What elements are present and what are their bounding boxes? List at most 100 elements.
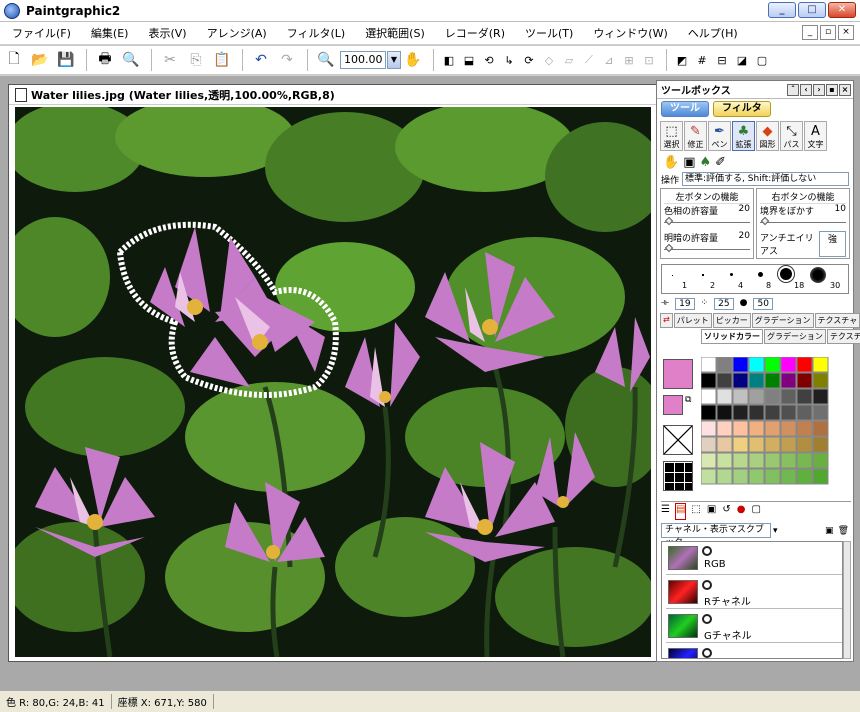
ruler-icon[interactable]: ⊟ <box>713 48 731 72</box>
channel-blue[interactable] <box>666 644 842 658</box>
trash-icon[interactable]: 🗑 <box>838 526 849 536</box>
palette-swatch[interactable] <box>812 372 829 389</box>
history-tab-icon[interactable]: ↺ <box>722 504 730 519</box>
channels-list[interactable]: RGB Rチャネル Gチャネル <box>661 541 843 659</box>
palette-swatch[interactable] <box>732 357 749 373</box>
operation-select[interactable]: 標準:評価する, Shift:評価しない <box>682 172 849 186</box>
palette-swatch[interactable] <box>764 468 781 485</box>
palette-swatch[interactable] <box>732 468 749 485</box>
save-icon[interactable]: 💾 <box>54 48 78 72</box>
palette-swatch[interactable] <box>764 388 781 405</box>
crop-icon[interactable]: ⊡ <box>640 48 658 72</box>
palette-swatch[interactable] <box>748 357 765 373</box>
channels-scrollbar[interactable] <box>843 541 851 659</box>
zoom-dropdown-icon[interactable]: ▼ <box>387 51 401 69</box>
palette-swatch[interactable] <box>716 436 733 453</box>
palette-swatch[interactable] <box>796 452 813 469</box>
image-window-header[interactable]: Water lilies.jpg (Water lilies,透明,100.00… <box>9 85 657 105</box>
palette-swatch[interactable] <box>748 404 765 421</box>
palette-swatch[interactable] <box>701 357 717 373</box>
toolbox-panel[interactable]: ツールボックス ˆ ‹ › ▪ × ツール フィルタ ⬚ 選択 ✎ 修正 ✒ ペン ♣… <box>656 80 860 662</box>
mdi-minimize-button[interactable]: _ <box>802 25 818 40</box>
tab-tools[interactable]: ツール <box>661 101 709 117</box>
menu-recorder[interactable]: レコーダ(R) <box>445 25 505 41</box>
palette-swatch[interactable] <box>716 404 733 421</box>
close-button[interactable]: ✕ <box>828 2 856 18</box>
line-icon[interactable]: ◩ <box>673 48 691 72</box>
open-folder-icon[interactable]: 📂 <box>28 48 52 72</box>
redo-icon[interactable]: ↷ <box>275 48 299 72</box>
hand-icon[interactable]: ✋ <box>401 48 425 72</box>
tree-icon[interactable]: ♠ <box>699 155 711 170</box>
palette-swatch[interactable] <box>701 404 717 421</box>
palette-swatch[interactable] <box>748 372 765 389</box>
brightness-tolerance-value[interactable]: 20 <box>739 231 750 244</box>
palette-swatch[interactable] <box>812 420 829 437</box>
perspective-icon[interactable]: ⊿ <box>600 48 618 72</box>
tab-gradation[interactable]: グラデーション <box>751 313 814 328</box>
brush-4-dot[interactable] <box>730 273 733 276</box>
collapse-icon[interactable]: ˆ <box>787 83 799 96</box>
print-preview-icon[interactable]: 🔍 <box>119 48 143 72</box>
palette-swatch[interactable] <box>796 404 813 421</box>
brush-tab-icon[interactable]: ▣ <box>707 504 716 519</box>
brush-select-icon[interactable]: ✐ <box>715 155 726 170</box>
channels-tab-icon[interactable]: ▤ <box>674 503 687 520</box>
palette-swatch[interactable] <box>780 420 797 437</box>
channels-dropdown[interactable]: チャネル・表示マスクブック <box>661 523 771 548</box>
menu-file[interactable]: ファイル(F) <box>12 25 71 41</box>
new-file-icon[interactable]: 🗋 <box>2 48 26 72</box>
hue-tolerance-value[interactable]: 20 <box>739 204 750 217</box>
tab-palette[interactable]: パレット <box>673 313 712 328</box>
brush-18-dot[interactable] <box>777 265 795 283</box>
palette-swatch[interactable] <box>780 452 797 469</box>
pin-icon[interactable]: ▪ <box>826 83 838 96</box>
foreground-color-swatch[interactable] <box>663 359 693 389</box>
cut-icon[interactable]: ✂ <box>158 48 182 72</box>
palette-swatch[interactable] <box>764 420 781 437</box>
palette-swatch[interactable] <box>748 436 765 453</box>
color-select-icon[interactable]: ▣ <box>683 155 695 170</box>
palette-swatch[interactable] <box>780 357 797 373</box>
blur-edge-slider[interactable] <box>760 216 846 226</box>
zoom-input[interactable]: 100.00 <box>340 51 386 69</box>
palette-swatch[interactable] <box>701 436 717 453</box>
palette-swatch[interactable] <box>796 468 813 485</box>
arrow-right-icon[interactable]: › <box>813 83 825 96</box>
print-icon[interactable]: 🖶 <box>93 48 117 72</box>
palette-swatch[interactable] <box>780 436 797 453</box>
image-window[interactable]: Water lilies.jpg (Water lilies,透明,100.00… <box>8 84 658 662</box>
layers-tab-icon[interactable]: ☰ <box>661 504 670 519</box>
rotate-right-icon[interactable]: ⟳ <box>520 48 538 72</box>
tool-path[interactable]: ⤡ パス <box>780 121 803 151</box>
palette-swatch[interactable] <box>764 357 781 373</box>
channel-green[interactable]: Gチャネル <box>666 610 842 643</box>
tab-texture[interactable]: テクスチャ <box>814 313 860 328</box>
visibility-icon[interactable] <box>702 546 712 556</box>
zoom-icon[interactable]: 🔍 <box>314 48 338 72</box>
palette-swatch[interactable] <box>748 468 765 485</box>
palette-swatch[interactable] <box>780 388 797 405</box>
palette-swatch[interactable] <box>812 357 829 373</box>
palette-swatch[interactable] <box>748 388 765 405</box>
mdi-restore-button[interactable]: ▫ <box>820 25 836 40</box>
tool-pen[interactable]: ✒ ペン <box>708 121 731 151</box>
menu-window[interactable]: ウィンドウ(W) <box>593 25 667 41</box>
palette-swatch[interactable] <box>812 468 829 485</box>
visibility-icon[interactable] <box>702 580 712 590</box>
brush-size-input[interactable]: 19 <box>675 298 695 310</box>
window-icon[interactable]: ▢ <box>753 48 771 72</box>
dropdown-arrow-icon[interactable]: ▾ <box>773 526 778 536</box>
blur-edge-value[interactable]: 10 <box>835 204 846 217</box>
palette-swatch[interactable] <box>812 388 829 405</box>
palette-swatch[interactable] <box>732 388 749 405</box>
menu-arrange[interactable]: アレンジ(A) <box>207 25 267 41</box>
frame-icon[interactable]: ◪ <box>733 48 751 72</box>
paste-icon[interactable]: 📋 <box>210 48 234 72</box>
antialias-select[interactable]: 強 <box>818 231 846 257</box>
toolbox-titlebar[interactable]: ツールボックス ˆ ‹ › ▪ × <box>657 81 853 99</box>
mask-tab-icon[interactable]: ⬚ <box>691 504 700 519</box>
palette-swatch[interactable] <box>796 436 813 453</box>
brush-1-dot[interactable] <box>672 275 673 276</box>
tab-texture-sub[interactable]: テクスチャ <box>826 329 860 344</box>
